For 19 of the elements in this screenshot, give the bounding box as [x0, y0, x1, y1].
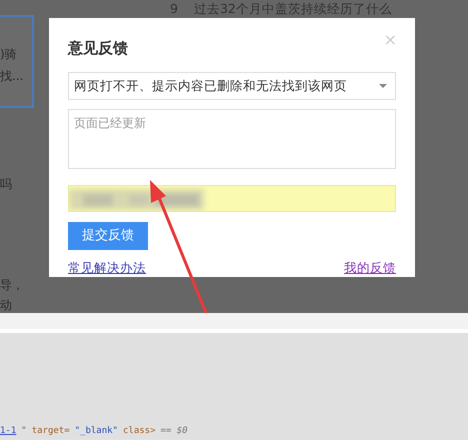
card-text: )骑	[0, 46, 18, 63]
submit-button[interactable]: 提交反馈	[68, 222, 148, 250]
code-token[interactable]: 1-1	[0, 424, 16, 438]
help-link[interactable]: 常见解决办法	[68, 258, 146, 278]
code-token: "_blank"	[74, 424, 118, 438]
help-link[interactable]: 我的反馈	[344, 258, 396, 278]
description-field[interactable]: 页面已经更新	[68, 109, 396, 169]
code-token: "	[21, 424, 27, 438]
code-token: target=	[32, 424, 70, 438]
category-select[interactable]: 网页打不开、提示内容已删除和无法找到该网页	[68, 72, 396, 100]
card-text: 找...	[0, 68, 24, 85]
text-fragment: 吗	[0, 176, 12, 193]
code-token: == $0	[160, 424, 188, 438]
text-fragment: 动	[0, 297, 12, 314]
captcha-field[interactable]	[68, 185, 396, 212]
dialog-title: 意见反馈	[68, 38, 128, 59]
code-token: class>	[122, 424, 156, 438]
caret-icon	[379, 84, 387, 88]
text-fragment: 导，	[0, 277, 24, 294]
